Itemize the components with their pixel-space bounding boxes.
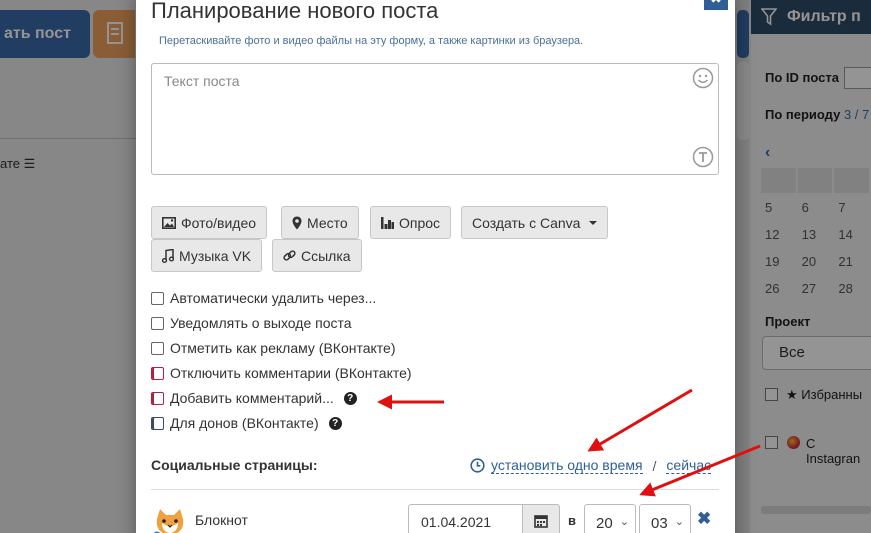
link-icon — [283, 250, 296, 261]
minute-select[interactable]: 03 ⌄ — [639, 504, 691, 533]
minute-value: 03 — [651, 515, 668, 532]
post-text-placeholder: Текст поста — [164, 73, 240, 89]
add-comment-checkbox[interactable] — [151, 391, 164, 405]
option-mark-ad[interactable]: Отметить как рекламу (ВКонтакте) — [151, 340, 396, 356]
now-link[interactable]: сейчас — [666, 457, 712, 474]
map-marker-icon — [292, 216, 302, 229]
question-icon[interactable]: ? — [343, 391, 357, 405]
option-label: Отметить как рекламу (ВКонтакте) — [170, 340, 396, 356]
divider — [151, 489, 719, 490]
notify-checkbox[interactable] — [151, 316, 164, 330]
chevron-down-icon: ⌄ — [619, 516, 629, 528]
smile-icon[interactable] — [692, 67, 714, 89]
remove-account-icon[interactable]: ✖ — [697, 509, 711, 529]
cat-avatar-icon — [151, 505, 189, 533]
auto-delete-checkbox[interactable] — [151, 291, 164, 305]
mark-ad-checkbox[interactable] — [151, 341, 164, 355]
canva-button[interactable]: Создать с Canva — [461, 206, 609, 239]
poll-button[interactable]: Опрос — [370, 206, 452, 239]
hour-value: 20 — [596, 515, 613, 532]
photo-video-button[interactable]: Фото/видео — [151, 206, 268, 239]
post-text-area[interactable]: Текст поста — [151, 63, 719, 175]
poll-label: Опрос — [399, 214, 441, 231]
option-donors[interactable]: Для донов (ВКонтакте) ? — [151, 415, 342, 431]
option-disable-comments[interactable]: Отключить комментарии (ВКонтакте) — [151, 365, 412, 381]
account-name: Блокнот — [195, 512, 248, 528]
option-label: Добавить комментарий... — [170, 390, 334, 406]
link-separator: / — [652, 457, 657, 474]
bar-chart-icon — [381, 216, 394, 229]
hour-select[interactable]: 20 ⌄ — [584, 504, 636, 533]
chevron-down-icon: ⌄ — [674, 516, 684, 528]
option-notify[interactable]: Уведомлять о выходе поста — [151, 315, 352, 331]
photo-video-label: Фото/видео — [181, 214, 257, 231]
link-label: Ссылка — [301, 247, 351, 264]
option-label: Отключить комментарии (ВКонтакте) — [170, 365, 412, 381]
option-auto-delete[interactable]: Автоматически удалить через... — [151, 290, 376, 306]
option-label: Для донов (ВКонтакте) — [170, 415, 319, 431]
option-add-comment[interactable]: Добавить комментарий... ? — [151, 390, 357, 406]
option-label: Автоматически удалить через... — [170, 290, 377, 306]
donors-checkbox[interactable] — [151, 416, 164, 430]
disable-comments-checkbox[interactable] — [151, 366, 164, 380]
place-button[interactable]: Место — [281, 206, 359, 239]
music-note-icon — [162, 248, 174, 263]
image-icon — [162, 216, 176, 229]
clock-icon — [470, 458, 485, 473]
caret-down-icon — [589, 220, 598, 225]
at-label: в — [568, 513, 576, 528]
text-format-icon[interactable] — [692, 146, 714, 168]
modal-subtitle: Перетаскивайте фото и видео файлы на эту… — [159, 35, 584, 47]
music-button[interactable]: Музыка VK — [151, 239, 263, 272]
avatar — [151, 505, 189, 533]
date-picker-button[interactable] — [522, 504, 560, 533]
place-label: Место — [307, 214, 348, 231]
new-post-modal: Планирование нового поста ✖ Перетаскивай… — [136, 0, 735, 533]
close-button[interactable]: ✖ — [704, 0, 728, 10]
music-label: Музыка VK — [179, 247, 252, 264]
canva-label: Создать с Canva — [472, 214, 581, 231]
social-pages-label: Социальные страницы: — [151, 457, 318, 473]
set-one-time-link[interactable]: установить одно время — [491, 457, 643, 474]
option-label: Уведомлять о выходе поста — [170, 315, 352, 331]
question-icon[interactable]: ? — [328, 416, 342, 430]
time-links: установить одно время / сейчас — [470, 457, 712, 474]
modal-title: Планирование нового поста — [151, 0, 439, 23]
date-input[interactable]: 01.04.2021 — [408, 504, 523, 533]
calendar-icon — [534, 514, 548, 528]
link-button[interactable]: Ссылка — [272, 239, 362, 272]
